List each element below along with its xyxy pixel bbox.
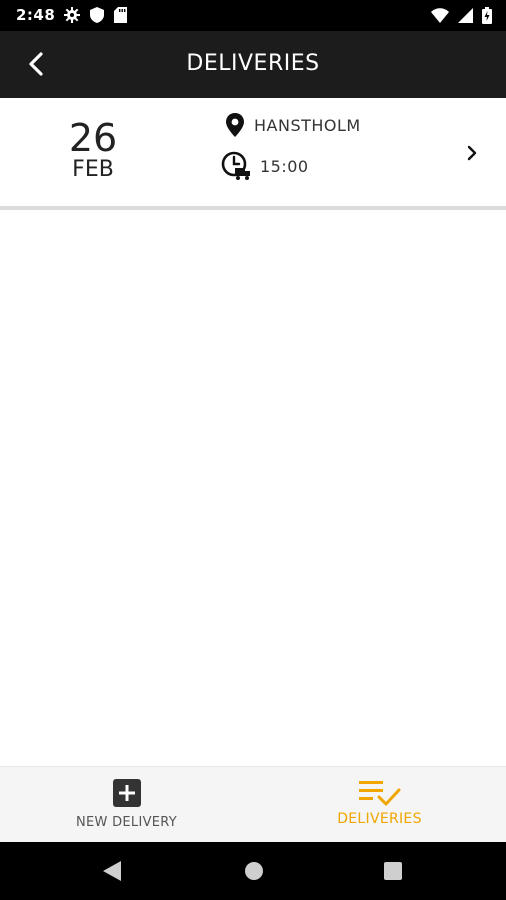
gear-icon xyxy=(64,7,80,23)
clock-truck-icon xyxy=(221,151,250,180)
app-bar: DELIVERIES xyxy=(0,31,506,98)
status-icons-right xyxy=(431,7,492,24)
delivery-location: HANSTHOLM xyxy=(254,115,361,135)
page-title: DELIVERIES xyxy=(186,51,320,76)
system-nav-bar xyxy=(0,842,506,900)
sd-card-icon xyxy=(114,7,127,23)
nav-deliveries[interactable]: DELIVERIES xyxy=(253,767,506,843)
recents-square-icon[interactable] xyxy=(384,860,402,882)
nav-deliveries-label: DELIVERIES xyxy=(337,811,422,827)
shield-icon xyxy=(90,7,104,23)
chevron-right-icon xyxy=(467,145,477,161)
home-circle-icon[interactable] xyxy=(244,860,264,882)
location-pin-icon xyxy=(226,113,244,137)
delivery-time: 15:00 xyxy=(260,156,309,176)
signal-icon xyxy=(458,8,473,23)
delivery-time-row: 15:00 xyxy=(220,150,309,182)
back-triangle-icon[interactable] xyxy=(102,860,122,882)
delivery-month: FEB xyxy=(72,157,114,182)
nav-new-delivery-label: NEW DELIVERY xyxy=(75,815,178,830)
card-divider xyxy=(0,206,506,210)
bottom-nav: NEW DELIVERY DELIVERIES xyxy=(0,766,506,843)
status-time: 2:48 xyxy=(16,6,56,24)
nav-new-delivery[interactable]: NEW DELIVERY xyxy=(0,767,253,843)
delivery-list-item[interactable]: 26 FEB HANSTHOLM 15:00 xyxy=(0,98,506,206)
status-icons-left xyxy=(64,7,127,23)
delivery-day: 26 xyxy=(68,116,118,160)
list-check-icon xyxy=(358,781,400,806)
battery-icon xyxy=(482,7,492,24)
wifi-icon xyxy=(431,8,449,23)
add-box-icon xyxy=(112,779,141,807)
status-bar: 2:48 xyxy=(0,0,506,31)
delivery-location-row: HANSTHOLM xyxy=(224,112,361,138)
